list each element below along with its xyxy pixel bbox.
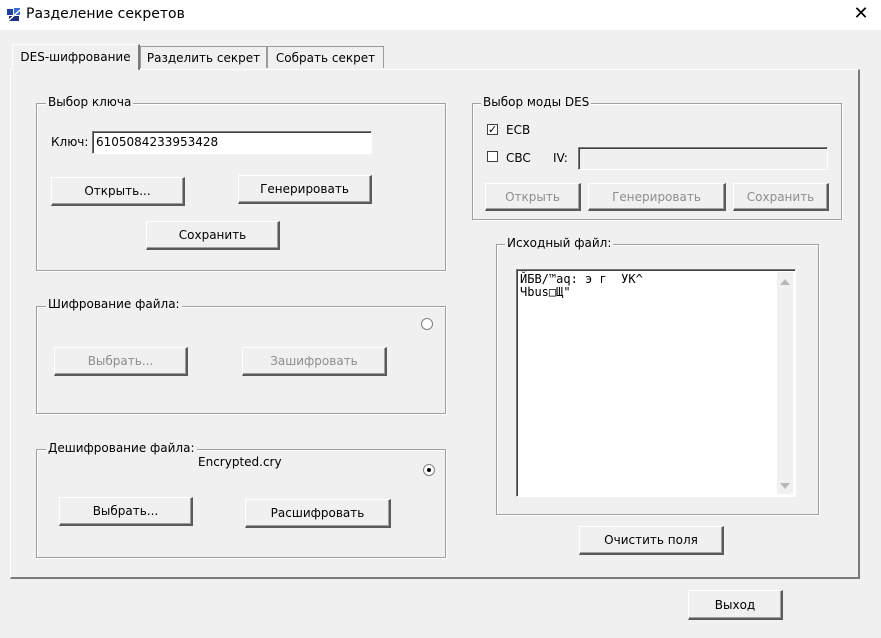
iv-label: IV: bbox=[553, 151, 568, 165]
key-label: Ключ: bbox=[51, 135, 89, 149]
scroll-down-icon[interactable] bbox=[780, 482, 790, 490]
cbc-checkbox[interactable] bbox=[487, 151, 498, 162]
source-group-legend: Исходный файл: bbox=[505, 236, 614, 250]
app-icon bbox=[7, 8, 21, 22]
mode-group-legend: Выбор моды DES bbox=[481, 95, 592, 109]
scrollbar[interactable] bbox=[777, 272, 793, 494]
title-bar: Разделение секретов ✕ bbox=[0, 0, 881, 30]
source-line-2: Чbus□Щ" bbox=[520, 285, 571, 299]
ecb-checkbox[interactable]: ✓ bbox=[487, 124, 498, 135]
iv-input[interactable] bbox=[578, 147, 828, 170]
window-title: Разделение секретов bbox=[26, 6, 185, 22]
decrypt-group-legend: Дешифрование файла: bbox=[46, 441, 197, 455]
source-textarea[interactable]: ЙБВ/™aq: э г УК^ Чbus□Щ" bbox=[516, 269, 796, 497]
mode-generate-button[interactable]: Генерировать bbox=[588, 183, 726, 211]
cbc-label: CBC bbox=[506, 151, 531, 165]
mode-save-button[interactable]: Сохранить bbox=[733, 183, 829, 211]
decrypt-radio[interactable] bbox=[423, 464, 435, 476]
key-group-legend: Выбор ключа bbox=[46, 95, 134, 109]
close-icon[interactable]: ✕ bbox=[851, 3, 871, 25]
encrypt-choose-button[interactable]: Выбрать... bbox=[54, 347, 188, 376]
tab-combine-secret[interactable]: Собрать секрет bbox=[267, 46, 384, 68]
key-generate-button[interactable]: Генерировать bbox=[238, 175, 372, 204]
scroll-up-icon[interactable] bbox=[780, 278, 790, 286]
decrypt-choose-button[interactable]: Выбрать... bbox=[59, 497, 193, 526]
encrypt-button[interactable]: Зашифровать bbox=[242, 347, 387, 376]
decrypt-filename: Encrypted.cry bbox=[198, 455, 282, 469]
tab-des-encryption[interactable]: DES-шифрование bbox=[12, 44, 140, 70]
key-save-button[interactable]: Сохранить bbox=[146, 221, 280, 250]
ecb-label: ECB bbox=[506, 123, 531, 137]
exit-button[interactable]: Выход bbox=[688, 590, 783, 620]
encrypt-radio[interactable] bbox=[421, 318, 433, 330]
key-open-button[interactable]: Открыть... bbox=[51, 177, 185, 206]
decrypt-button[interactable]: Расшифровать bbox=[245, 499, 391, 528]
key-input[interactable]: 6105084233953428 bbox=[92, 131, 372, 154]
encrypt-group-legend: Шифрование файла: bbox=[46, 297, 182, 311]
mode-open-button[interactable]: Открыть bbox=[485, 183, 581, 211]
clear-fields-button[interactable]: Очистить поля bbox=[579, 526, 724, 555]
tab-split-secret[interactable]: Разделить секрет bbox=[140, 46, 267, 68]
